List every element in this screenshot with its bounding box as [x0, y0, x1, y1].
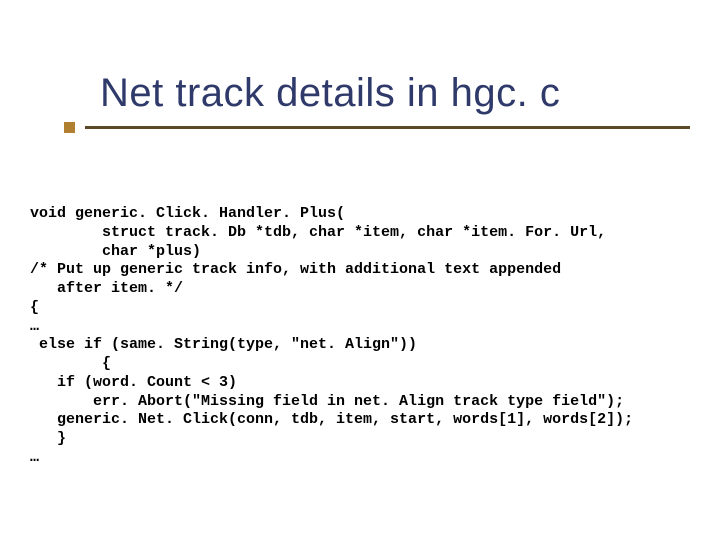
title-rule — [64, 122, 690, 133]
horizontal-rule — [85, 126, 690, 129]
slide-title: Net track details in hgc. c — [100, 70, 690, 116]
title-block: Net track details in hgc. c — [64, 70, 690, 133]
square-bullet-icon — [64, 122, 75, 133]
slide: Net track details in hgc. c void generic… — [0, 0, 720, 540]
code-block: void generic. Click. Handler. Plus( stru… — [30, 205, 690, 468]
